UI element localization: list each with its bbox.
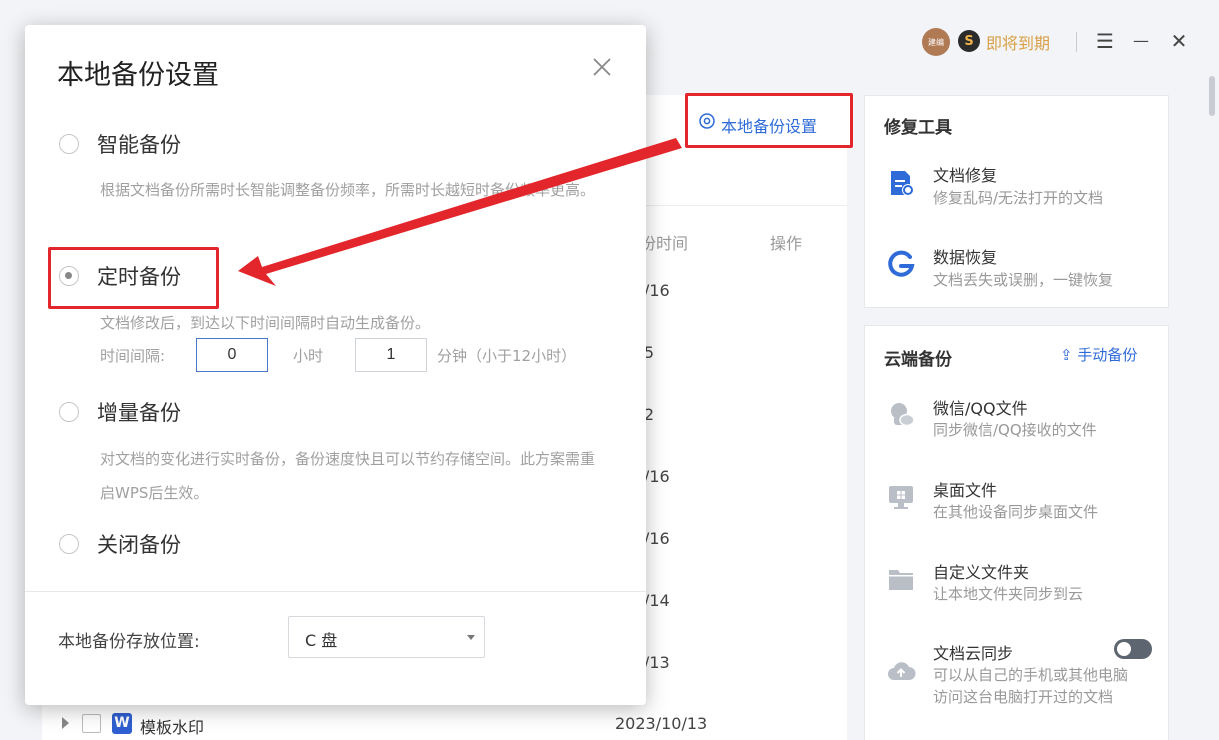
desktop-files-title[interactable]: 桌面文件 [933, 477, 997, 501]
backup-location-value: C 盘 [305, 631, 338, 650]
desktop-icon [889, 486, 913, 509]
word-file-icon: W [112, 713, 132, 734]
toggle-knob [1117, 642, 1131, 656]
radio-incremental-backup[interactable] [59, 402, 79, 422]
avatar[interactable]: 建编 [922, 28, 950, 56]
menu-icon[interactable]: ☰ [1093, 28, 1117, 54]
settings-icon [699, 113, 715, 129]
membership-status[interactable]: 即将到期 [986, 30, 1050, 54]
scheduled-backup-label[interactable]: 定时备份 [97, 261, 181, 291]
manual-backup-button[interactable]: ⇪ 手动备份 [1060, 344, 1137, 365]
radio-disable-backup[interactable] [59, 534, 79, 554]
smart-backup-label[interactable]: 智能备份 [97, 129, 181, 159]
column-header-action: 操作 [770, 234, 803, 253]
minimize-icon[interactable]: — [1129, 28, 1153, 54]
wechat-qq-files-title[interactable]: 微信/QQ文件 [933, 395, 1028, 419]
desktop-files-subtitle: 在其他设备同步桌面文件 [933, 503, 1099, 521]
smart-backup-desc: 根据文档备份所需时长智能调整备份频率，所需时长越短时备份频率更高。 [100, 181, 596, 199]
scrollbar-thumb[interactable] [1209, 76, 1215, 116]
disable-backup-label[interactable]: 关闭备份 [97, 529, 181, 559]
scrollbar[interactable] [1208, 60, 1216, 740]
dialog-divider [25, 591, 646, 592]
close-window-icon[interactable]: ✕ [1167, 28, 1191, 54]
custom-folder-subtitle: 让本地文件夹同步到云 [933, 585, 1084, 603]
doc-repair-subtitle: 修复乱码/无法打开的文档 [933, 189, 1104, 207]
row-checkbox[interactable] [82, 714, 101, 733]
data-recovery-subtitle: 文档丢失或误删，一键恢复 [933, 271, 1114, 289]
manual-backup-label: 手动备份 [1077, 346, 1138, 364]
repair-tools-title: 修复工具 [884, 118, 952, 138]
column-header-time: 份时间 [640, 234, 689, 253]
chat-icon [891, 403, 915, 427]
doc-cloud-sync-toggle[interactable] [1114, 639, 1152, 659]
incremental-backup-label[interactable]: 增量备份 [97, 397, 181, 427]
interval-label: 时间间隔: [100, 347, 166, 365]
incremental-backup-desc: 对文档的变化进行实时备份，备份速度快且可以节约存储空间。此方案需重启WPS后生效… [100, 450, 596, 502]
file-date: 2023/10/13 [615, 714, 708, 733]
upload-icon: ⇪ [1060, 346, 1073, 364]
data-recovery-title[interactable]: 数据恢复 [933, 244, 997, 268]
folder-icon [889, 570, 913, 590]
hours-unit-label: 小时 [293, 347, 324, 365]
local-backup-settings-link[interactable]: 本地备份设置 [685, 93, 853, 148]
expand-icon[interactable] [62, 717, 69, 729]
scheduled-backup-desc: 文档修改后，到达以下时间间隔时自动生成备份。 [100, 314, 431, 332]
cloud-upload-icon [888, 662, 916, 680]
minutes-input[interactable] [355, 338, 427, 372]
doc-cloud-sync-subtitle: 可以从自己的手机或其他电脑 [933, 666, 1129, 684]
chevron-down-icon [467, 635, 475, 640]
dialog-title: 本地备份设置 [57, 60, 219, 91]
topbar-divider [1076, 32, 1077, 52]
close-icon[interactable] [590, 55, 614, 79]
custom-folder-title[interactable]: 自定义文件夹 [933, 559, 1029, 583]
wechat-qq-files-subtitle: 同步微信/QQ接收的文件 [933, 421, 1097, 439]
radio-scheduled-backup[interactable] [59, 266, 79, 286]
radio-smart-backup[interactable] [59, 134, 79, 154]
vip-icon[interactable]: S [958, 30, 980, 52]
doc-repair-title[interactable]: 文档修复 [933, 162, 997, 186]
cloud-backup-title: 云端备份 [884, 350, 952, 370]
doc-cloud-sync-subtitle: 访问这台电脑打开过的文档 [933, 688, 1114, 706]
data-recovery-icon [888, 250, 915, 277]
backup-location-select[interactable]: C 盘 [288, 616, 485, 658]
backup-location-label: 本地备份存放位置: [58, 632, 200, 652]
doc-repair-icon [891, 171, 914, 196]
local-backup-settings-dialog: 本地备份设置 智能备份 根据文档备份所需时长智能调整备份频率，所需时长越短时备份… [25, 25, 646, 705]
settings-link-label: 本地备份设置 [721, 117, 818, 136]
minutes-unit-label: 分钟（小于12小时） [437, 347, 577, 365]
hours-input[interactable] [196, 338, 268, 372]
doc-cloud-sync-title[interactable]: 文档云同步 [933, 640, 1013, 664]
file-name[interactable]: 模板水印 [140, 714, 204, 738]
